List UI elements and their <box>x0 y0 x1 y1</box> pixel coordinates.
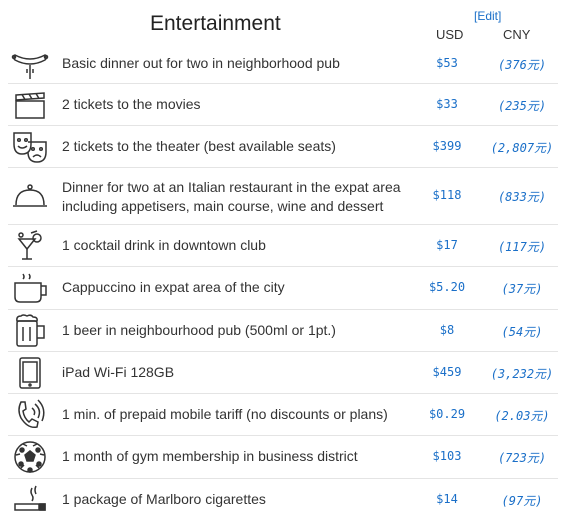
row-label: Dinner for two at an Italian restaurant … <box>62 179 401 214</box>
soccer-ball-icon <box>8 439 52 475</box>
price-cny: (54元) <box>501 325 543 339</box>
table-row: 1 cocktail drink in downtown club $17 (1… <box>8 225 558 267</box>
row-label: 1 min. of prepaid mobile tariff (no disc… <box>62 406 388 422</box>
row-label: 1 month of gym membership in business di… <box>62 448 358 464</box>
price-usd: $5.20 <box>428 280 466 294</box>
price-cny: (117元) <box>497 240 547 254</box>
column-header-usd: USD <box>436 27 464 42</box>
price-usd: $103 <box>432 449 462 463</box>
table-row: 1 month of gym membership in business di… <box>8 436 558 479</box>
price-usd: $0.29 <box>428 407 466 421</box>
cocktail-icon <box>8 228 52 264</box>
price-usd: $8 <box>439 323 455 337</box>
price-cny: (833元) <box>497 190 547 204</box>
price-cny: (2.03元) <box>494 409 550 423</box>
entertainment-panel: Entertainment [Edit] USD CNY Basic dinne… <box>0 0 564 524</box>
cloche-icon <box>8 178 52 214</box>
price-cny: (97元) <box>501 494 543 508</box>
table-row: 1 min. of prepaid mobile tariff (no disc… <box>8 394 558 436</box>
price-usd: $399 <box>432 139 462 153</box>
price-usd: $17 <box>436 238 458 252</box>
price-cny: (376元) <box>497 58 547 72</box>
theater-masks-icon <box>8 129 52 165</box>
table-row: Basic dinner out for two in neighborhood… <box>8 44 558 84</box>
table-row: 2 tickets to the theater (best available… <box>8 126 558 168</box>
section-title: Entertainment <box>150 12 281 35</box>
row-label: 2 tickets to the movies <box>62 96 201 112</box>
coffee-cup-icon <box>8 270 52 306</box>
row-label: Cappuccino in expat area of the city <box>62 279 285 295</box>
phone-handset-icon <box>8 397 52 433</box>
price-usd: $118 <box>432 188 462 202</box>
table-row: 1 beer in neighbourhood pub (500ml or 1p… <box>8 310 558 352</box>
section-header: Entertainment [Edit] USD CNY <box>0 0 564 44</box>
row-label: Basic dinner out for two in neighborhood… <box>62 55 340 71</box>
price-usd: $14 <box>436 492 458 506</box>
column-header-cny: CNY <box>503 27 531 42</box>
tablet-icon <box>8 355 52 391</box>
price-cny: (235元) <box>497 99 547 113</box>
price-cny: (2,807元) <box>490 141 554 155</box>
price-usd: $459 <box>432 365 462 379</box>
table-row: Cappuccino in expat area of the city $5.… <box>8 267 558 310</box>
row-label: 1 cocktail drink in downtown club <box>62 237 266 253</box>
clapperboard-icon <box>8 87 52 123</box>
row-label: iPad Wi-Fi 128GB <box>62 364 175 380</box>
table-row: Dinner for two at an Italian restaurant … <box>8 168 558 225</box>
row-label: 1 beer in neighbourhood pub (500ml or 1p… <box>62 322 336 338</box>
table-row: 2 tickets to the movies $33 (235元) <box>8 84 558 126</box>
sausage-fork-icon <box>8 46 52 82</box>
price-cny: (723元) <box>497 451 547 465</box>
edit-link[interactable]: [Edit] <box>474 9 501 23</box>
table-row: 1 package of Marlboro cigarettes $14 (97… <box>8 479 558 521</box>
beer-mug-icon <box>8 313 52 349</box>
price-usd: $33 <box>436 97 458 111</box>
row-label: 2 tickets to the theater (best available… <box>62 138 336 154</box>
price-cny: (37元) <box>501 282 543 296</box>
price-usd: $53 <box>436 56 458 70</box>
row-label: 1 package of Marlboro cigarettes <box>62 491 266 507</box>
table-row: iPad Wi-Fi 128GB $459 (3,232元) <box>8 352 558 394</box>
cigarette-icon <box>8 482 52 518</box>
price-cny: (3,232元) <box>490 367 554 381</box>
